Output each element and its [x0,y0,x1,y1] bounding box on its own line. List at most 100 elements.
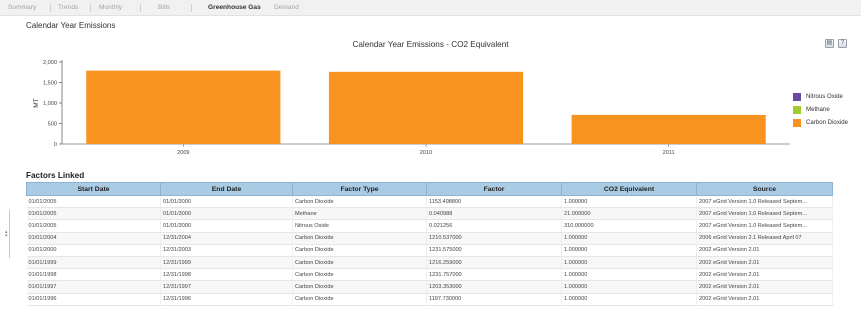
tab-trends[interactable]: Trends [58,4,78,11]
end-date-cell: 12/31/2003 [160,244,293,257]
start-date-cell: 01/01/2005 [26,207,161,221]
factor-cell: 0.040988 [426,207,562,221]
co2-equivalent-cell: 1.000000 [561,244,697,257]
table-row[interactable]: 01/01/2005 01/01/3000 Carbon Dioxide 1153.4… [26,195,833,209]
start-date-cell: 01/01/2000 [26,244,161,257]
source-cell: 2007 eGrid Version 1.0 Released Septem..… [696,195,833,209]
tab-summary[interactable]: Summary [8,4,36,11]
emissions-chart: 0 500 1,000 1,500 2,000 MT 2009 2010 2011 [33,60,790,156]
tab-bills[interactable]: Bills [158,4,170,11]
y-tick-label: 0 [54,142,57,148]
x-tick-label: 2011 [663,150,675,156]
factors-linked-title: Factors Linked [26,171,85,180]
end-date-cell: 01/01/3000 [160,207,293,221]
tab-divider [191,4,192,12]
factor-type-cell: Carbon Dioxide [292,244,427,257]
start-date-cell: 01/01/1998 [26,268,161,282]
y-tick-label: 2,000 [43,60,57,66]
handle-line [9,210,10,258]
legend-swatch [793,106,801,114]
factor-type-cell: Carbon Dioxide [292,280,427,294]
table-header-row: Start Date End Date Factor Type Factor C… [26,182,833,196]
column-header-start-date[interactable]: Start Date [26,182,161,196]
table-row[interactable]: 01/01/2000 12/31/2003 Carbon Dioxide 1231.5… [26,244,833,257]
factor-type-cell: Carbon Dioxide [292,256,427,270]
help-icon[interactable]: ? [838,39,847,48]
end-date-cell: 01/01/3000 [160,195,293,209]
source-cell: 2002 eGrid Version 2.01 [696,256,833,270]
column-header-source[interactable]: Source [696,182,833,196]
x-tick-label: 2010 [420,150,432,156]
end-date-cell: 12/31/1996 [160,293,293,306]
co2-equivalent-cell: 21.000000 [561,207,697,221]
start-date-cell: 01/01/2004 [26,232,161,245]
x-tick-label: 2009 [177,150,189,156]
source-cell: 2002 eGrid Version 2.01 [696,268,833,282]
source-cell: 2002 eGrid Version 2.01 [696,293,833,306]
table-row[interactable]: 01/01/1998 12/31/1998 Carbon Dioxide 1231.7… [26,268,833,282]
print-icon[interactable]: ▤ [825,39,834,48]
co2-equivalent-cell: 1.000000 [561,256,697,270]
bar-carbon-dioxide [571,114,766,144]
legend-label: Methane [806,106,830,113]
panel-resize-handle[interactable]: ▴ ▾ [4,210,14,258]
factor-cell: 1231.575000 [426,244,562,257]
handle-arrows-icon: ▴ ▾ [5,229,8,239]
legend-swatch [793,93,801,101]
start-date-cell: 01/01/1996 [26,293,161,306]
end-date-cell: 12/31/1997 [160,280,293,294]
start-date-cell: 01/01/2005 [26,195,161,209]
source-cell: 2007 eGrid Version 1.0 Released Septem..… [696,219,833,233]
table-row[interactable]: 01/01/2005 01/01/3000 Nitrous Oxide 0.02125… [26,219,833,233]
column-header-end-date[interactable]: End Date [160,182,293,196]
bar-carbon-dioxide [328,71,524,144]
column-header-factor[interactable]: Factor [426,182,562,196]
factor-cell: 1210.537000 [426,232,562,245]
factor-type-cell: Carbon Dioxide [292,268,427,282]
legend-label: Carbon Dioxide [806,119,849,126]
end-date-cell: 12/31/2004 [160,232,293,245]
tab-divider [90,4,91,12]
factor-type-cell: Carbon Dioxide [292,293,427,306]
tab-greenhouse-gas[interactable]: Greenhouse Gas [208,4,261,11]
tab-monthly[interactable]: Monthly [99,4,122,11]
bar-carbon-dioxide [86,70,281,144]
source-cell: 2006 eGrid Version 2.1 Released April 07 [696,232,833,245]
y-tick-label: 1,500 [43,81,57,87]
tab-bar: Summary Trends Monthly Bills Greenhouse … [0,0,861,16]
table-row[interactable]: 01/01/2005 01/01/3000 Methane 0.040988 21.00… [26,207,833,221]
factor-type-cell: Methane [292,207,427,221]
source-cell: 2007 eGrid Version 1.0 Released Septem..… [696,207,833,221]
table-row[interactable]: 01/01/1997 12/31/1997 Carbon Dioxide 1203.3… [26,280,833,294]
end-date-cell: 01/01/3000 [160,219,293,233]
source-cell: 2002 eGrid Version 2.01 [696,244,833,257]
factor-cell: 1203.353000 [426,280,562,294]
co2-equivalent-cell: 1.000000 [561,195,697,209]
table-row[interactable]: 01/01/2004 12/31/2004 Carbon Dioxide 1210.5… [26,232,833,245]
column-header-co2-equivalent[interactable]: CO2 Equivalent [561,182,697,196]
start-date-cell: 01/01/2005 [26,219,161,233]
table-row[interactable]: 01/01/1999 12/31/1999 Carbon Dioxide 1216.2… [26,256,833,270]
factor-type-cell: Carbon Dioxide [292,232,427,245]
section-title: Calendar Year Emissions [26,21,116,30]
y-tick-label: 1,000 [43,101,57,107]
legend-swatch [793,119,801,127]
factor-cell: 1197.730000 [426,293,562,306]
co2-equivalent-cell: 310.000000 [561,219,697,233]
factor-cell: 0.021256 [426,219,562,233]
column-header-factor-type[interactable]: Factor Type [292,182,427,196]
factor-cell: 1216.259000 [426,256,562,270]
chart-title: Calendar Year Emissions - CO2 Equivalent [352,40,509,49]
legend-label: Nitrous Oxide [806,93,843,100]
tab-demand[interactable]: Demand [274,4,299,11]
factor-cell: 1231.757000 [426,268,562,282]
end-date-cell: 12/31/1998 [160,268,293,282]
co2-equivalent-cell: 1.000000 [561,232,697,245]
start-date-cell: 01/01/1999 [26,256,161,270]
y-axis-label: MT [33,98,40,107]
co2-equivalent-cell: 1.000000 [561,293,697,306]
factors-table: Start Date End Date Factor Type Factor C… [26,182,833,306]
co2-equivalent-cell: 1.000000 [561,268,697,282]
table-row[interactable]: 01/01/1996 12/31/1996 Carbon Dioxide 1197.7… [26,293,833,306]
factor-cell: 1153.498800 [426,195,562,209]
